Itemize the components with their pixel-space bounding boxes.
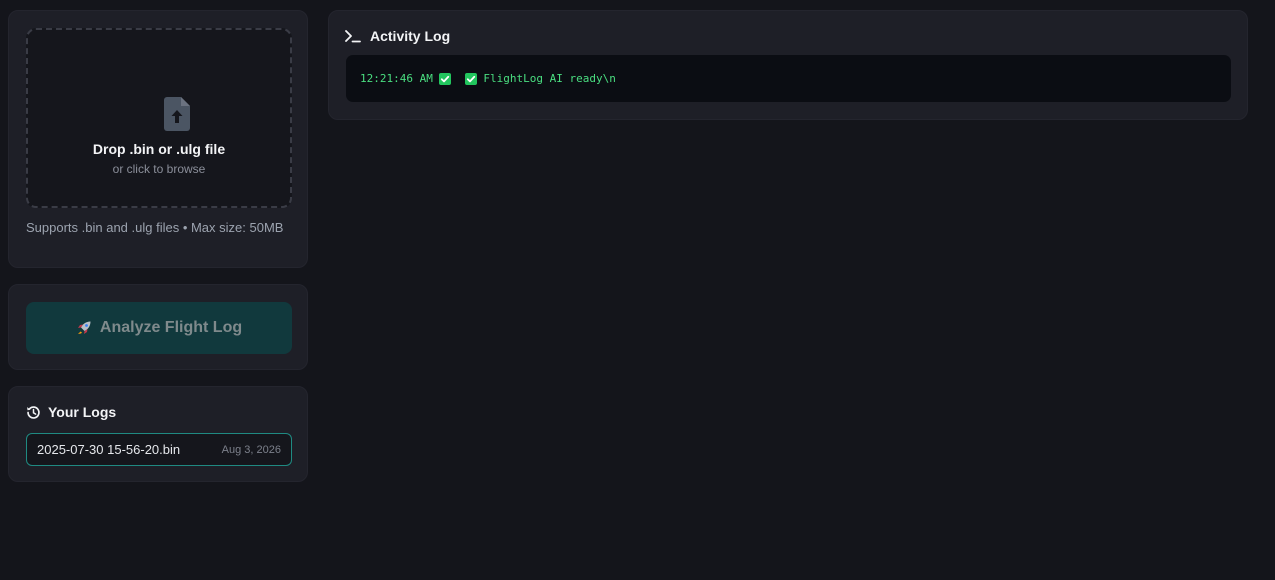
dropzone-subtitle: or click to browse	[112, 162, 206, 176]
your-logs-card: Your Logs 2025-07-30 15-56-20.bin Aug 3,…	[8, 386, 308, 482]
log-file-name: 2025-07-30 15-56-20.bin	[37, 442, 181, 457]
file-dropzone[interactable]: Drop .bin or .ulg file or click to brows…	[26, 28, 292, 208]
activity-log-header: Activity Log	[345, 28, 450, 44]
log-entry-time: 12:21:46 AM	[360, 72, 433, 85]
activity-log-title: Activity Log	[370, 28, 451, 44]
history-icon	[27, 405, 40, 419]
analyze-button-label: Analyze Flight Log	[99, 319, 243, 336]
log-list-item[interactable]: 2025-07-30 15-56-20.bin Aug 3, 2026	[26, 433, 292, 466]
rocket-icon	[77, 321, 91, 334]
terminal-icon	[345, 30, 361, 43]
log-file-date: Aug 3, 2026	[221, 443, 281, 456]
file-support-note: Supports .bin and .ulg files • Max size:…	[26, 220, 284, 235]
check-icon	[464, 72, 477, 85]
upload-card: Drop .bin or .ulg file or click to brows…	[8, 10, 308, 268]
your-logs-title: Your Logs	[48, 404, 117, 420]
dropzone-title: Drop .bin or .ulg file	[92, 141, 226, 157]
analyze-card: Analyze Flight Log	[8, 284, 308, 370]
file-upload-icon	[164, 97, 190, 131]
activity-console: 12:21:46 AM FlightLog AI ready\n	[346, 55, 1231, 102]
activity-log-card: Activity Log 12:21:46 AM FlightLog AI re…	[328, 10, 1248, 120]
check-icon	[439, 72, 452, 85]
analyze-flight-log-button[interactable]: Analyze Flight Log	[26, 302, 292, 354]
log-entry-message: FlightLog AI ready\n	[483, 72, 616, 85]
your-logs-header: Your Logs	[26, 404, 116, 420]
